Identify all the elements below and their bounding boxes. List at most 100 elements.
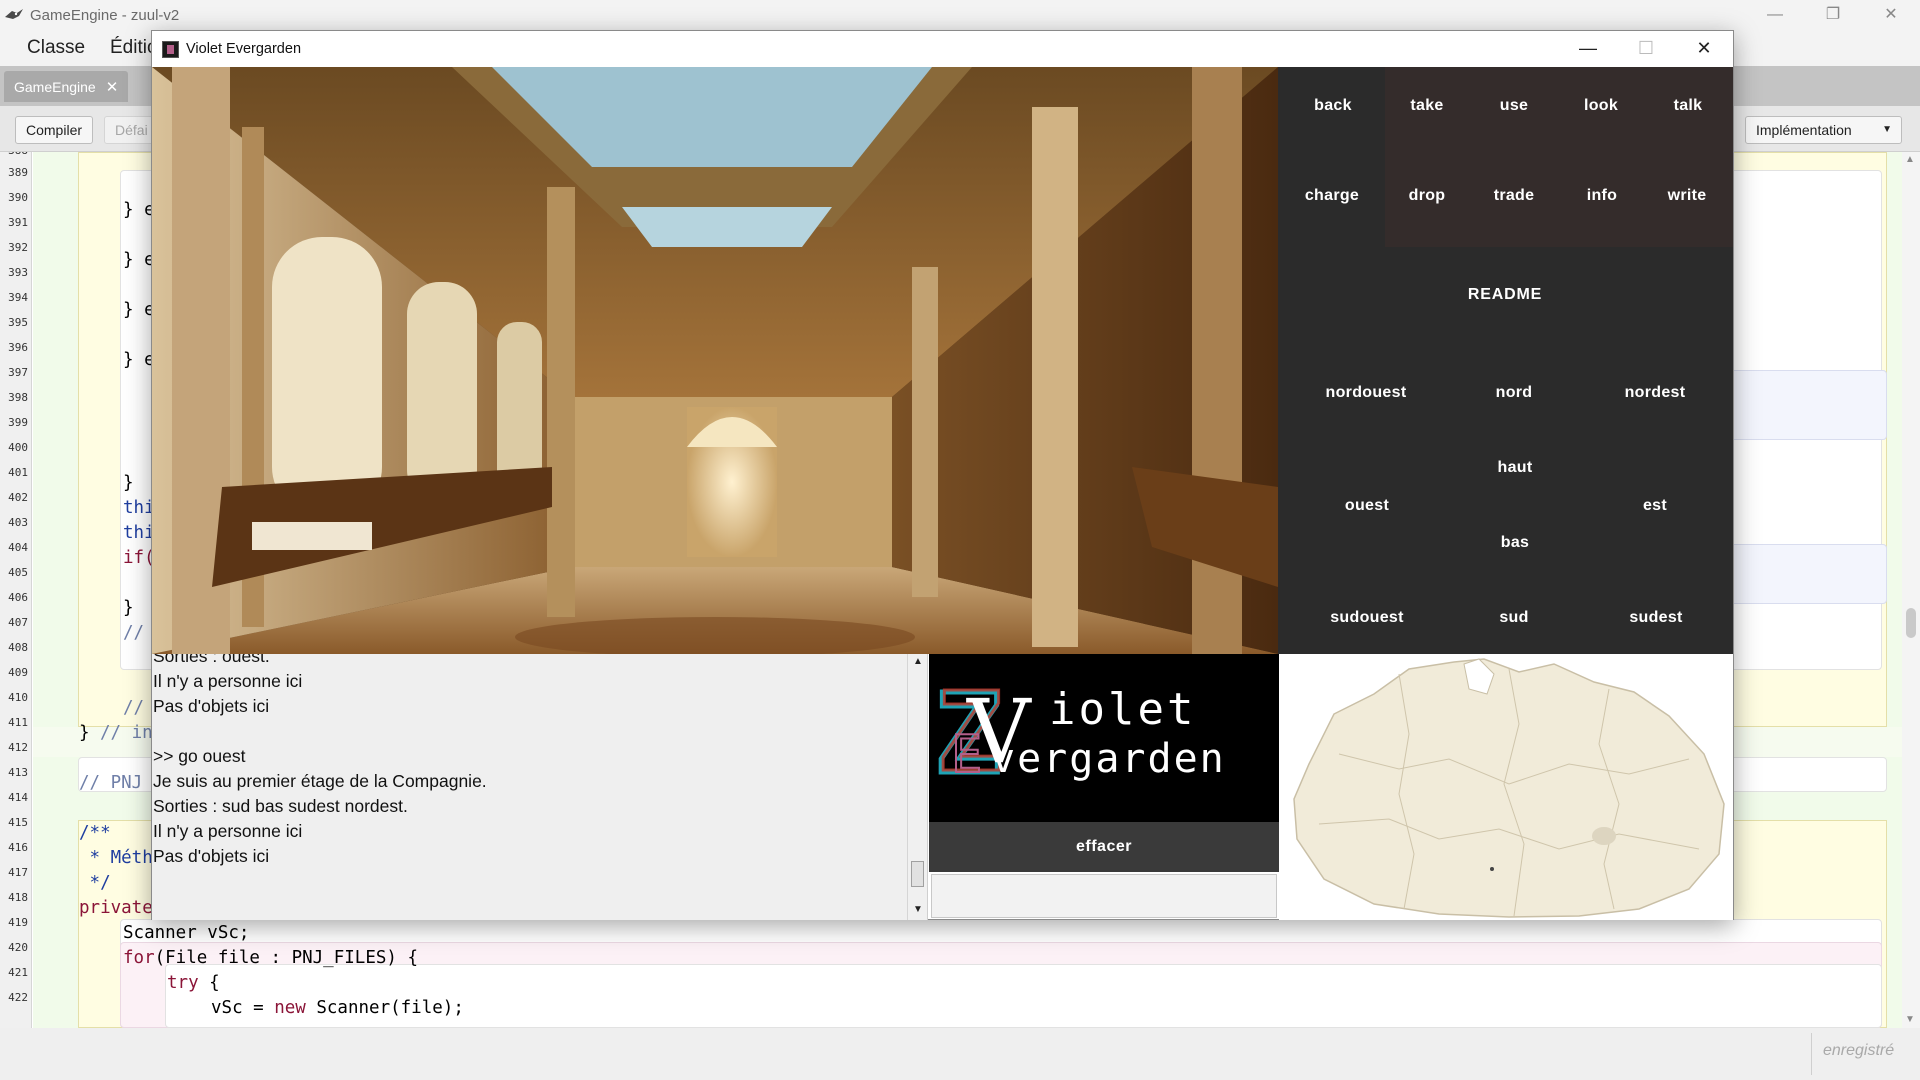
line-number: 420 xyxy=(8,941,28,954)
editor-scrollbar[interactable]: ▲ ▼ xyxy=(1902,152,1920,1028)
scroll-up-icon[interactable]: ▲ xyxy=(1905,154,1915,165)
command-group-bg xyxy=(1385,67,1733,247)
ouest-button[interactable]: ouest xyxy=(1345,497,1389,515)
chevron-down-icon: ▼ xyxy=(1882,124,1892,135)
line-number: 414 xyxy=(8,791,28,804)
line-number: 400 xyxy=(8,441,28,454)
ide-status-bar: enregistré xyxy=(0,1028,1920,1080)
use-button[interactable]: use xyxy=(1500,97,1528,115)
nordest-button[interactable]: nordest xyxy=(1625,384,1686,402)
line-number: 409 xyxy=(8,666,28,679)
close-icon[interactable]: ✕ xyxy=(1675,31,1733,67)
sudest-button[interactable]: sudest xyxy=(1629,609,1682,627)
code-line: vSc = new Scanner(file); xyxy=(211,997,464,1019)
save-status: enregistré xyxy=(1823,1042,1895,1059)
world-map xyxy=(1279,654,1733,920)
code-line: * Méth xyxy=(79,848,153,868)
restore-icon[interactable]: ❐ xyxy=(1804,0,1862,30)
logo-glyph-e: E xyxy=(951,725,982,785)
line-number: 422 xyxy=(8,991,28,1004)
line-number: 407 xyxy=(8,616,28,629)
line-number: 406 xyxy=(8,591,28,604)
scroll-thumb[interactable] xyxy=(1906,608,1916,638)
command-panel: back take use look talk charge drop trad… xyxy=(1278,67,1733,654)
est-button[interactable]: est xyxy=(1643,497,1667,515)
game-title-bar: Violet Evergarden — ☐ ✕ xyxy=(152,31,1733,67)
write-button[interactable]: write xyxy=(1668,187,1707,205)
talk-button[interactable]: talk xyxy=(1674,97,1703,115)
readme-button[interactable]: README xyxy=(1468,286,1542,304)
line-number: 401 xyxy=(8,466,28,479)
code-line: try { xyxy=(167,972,220,994)
menu-classe[interactable]: Classe xyxy=(27,37,85,59)
info-button[interactable]: info xyxy=(1587,187,1618,205)
sud-button[interactable]: sud xyxy=(1499,609,1528,627)
game-window-title: Violet Evergarden xyxy=(186,41,302,57)
command-input[interactable] xyxy=(931,874,1277,918)
charge-button[interactable]: charge xyxy=(1305,187,1359,205)
line-number: 411 xyxy=(8,716,28,729)
tab-label: GameEngine xyxy=(14,78,96,95)
take-button[interactable]: take xyxy=(1410,97,1443,115)
code-line: } e xyxy=(123,200,155,220)
code-line: } e xyxy=(123,300,155,320)
code-line: thi xyxy=(123,498,155,518)
line-number: 389 xyxy=(8,166,28,179)
scroll-down-icon[interactable]: ▼ xyxy=(913,904,923,915)
ide-title-bar: GameEngine - zuul-v2 — ❐ ✕ xyxy=(0,0,1920,30)
console-line: >> go ouest xyxy=(153,746,246,766)
logo-word-iolet: iolet xyxy=(1049,684,1196,735)
game-logo: Z Z V iolet E vergarden xyxy=(929,654,1279,822)
line-number: 391 xyxy=(8,216,28,229)
clear-button[interactable]: effacer xyxy=(929,822,1279,872)
look-button[interactable]: look xyxy=(1584,97,1618,115)
close-icon[interactable]: ✕ xyxy=(1862,0,1920,30)
console-line: Sorties : sud bas sudest nordest. xyxy=(153,796,408,816)
line-number: 390 xyxy=(8,191,28,204)
trade-button[interactable]: trade xyxy=(1494,187,1535,205)
line-number: 416 xyxy=(8,841,28,854)
status-divider xyxy=(1811,1033,1812,1075)
minimize-icon[interactable]: — xyxy=(1746,0,1804,30)
bas-button[interactable]: bas xyxy=(1501,534,1529,552)
code-line: } xyxy=(123,598,134,618)
line-number-gutter: 388 389 390 391 392 393 394 395 396 397 … xyxy=(0,152,32,1028)
view-select[interactable]: Implémentation ▼ xyxy=(1745,116,1902,144)
line-number: 392 xyxy=(8,241,28,254)
scroll-down-icon[interactable]: ▼ xyxy=(1905,1014,1915,1025)
compile-button[interactable]: Compiler xyxy=(15,116,94,144)
scroll-up-icon[interactable]: ▲ xyxy=(913,656,923,667)
line-number: 404 xyxy=(8,541,28,554)
code-line: /** xyxy=(79,823,111,843)
close-tab-icon[interactable]: ✕ xyxy=(106,78,119,96)
code-keyword: for xyxy=(123,948,155,968)
line-number: 388 xyxy=(0,152,28,157)
nord-button[interactable]: nord xyxy=(1496,384,1533,402)
maximize-icon: ☐ xyxy=(1637,38,1655,58)
ide-window-title: GameEngine - zuul-v2 xyxy=(30,6,180,24)
scroll-thumb[interactable] xyxy=(911,861,924,887)
console-line: Il n'y a personne ici xyxy=(153,821,303,841)
console-output[interactable]: Sorties : ouest. Il n'y a personne ici P… xyxy=(152,654,928,920)
game-window: Violet Evergarden — ☐ ✕ back take use lo… xyxy=(151,30,1734,920)
console-scrollbar[interactable]: ▲ ▼ xyxy=(907,654,927,920)
drop-button[interactable]: drop xyxy=(1409,187,1446,205)
line-number: 413 xyxy=(8,766,28,779)
logo-word-vergarden: vergarden xyxy=(991,736,1226,782)
line-number: 421 xyxy=(8,966,28,979)
console-line: Sorties : ouest. xyxy=(153,654,270,666)
tab-gameengine[interactable]: GameEngine ✕ xyxy=(4,71,129,102)
view-select-value: Implémentation xyxy=(1756,122,1852,138)
line-number: 419 xyxy=(8,916,28,929)
line-number: 402 xyxy=(8,491,28,504)
haut-button[interactable]: haut xyxy=(1498,459,1533,477)
code-line: private xyxy=(79,898,153,918)
sudouest-button[interactable]: sudouest xyxy=(1330,609,1404,627)
code-line: // xyxy=(123,698,155,718)
minimize-icon[interactable]: — xyxy=(1559,31,1617,67)
back-button[interactable]: back xyxy=(1314,97,1352,115)
nordouest-button[interactable]: nordouest xyxy=(1326,384,1407,402)
code-line: } xyxy=(79,723,90,743)
line-number: 415 xyxy=(8,816,28,829)
code-line: // xyxy=(123,623,155,643)
